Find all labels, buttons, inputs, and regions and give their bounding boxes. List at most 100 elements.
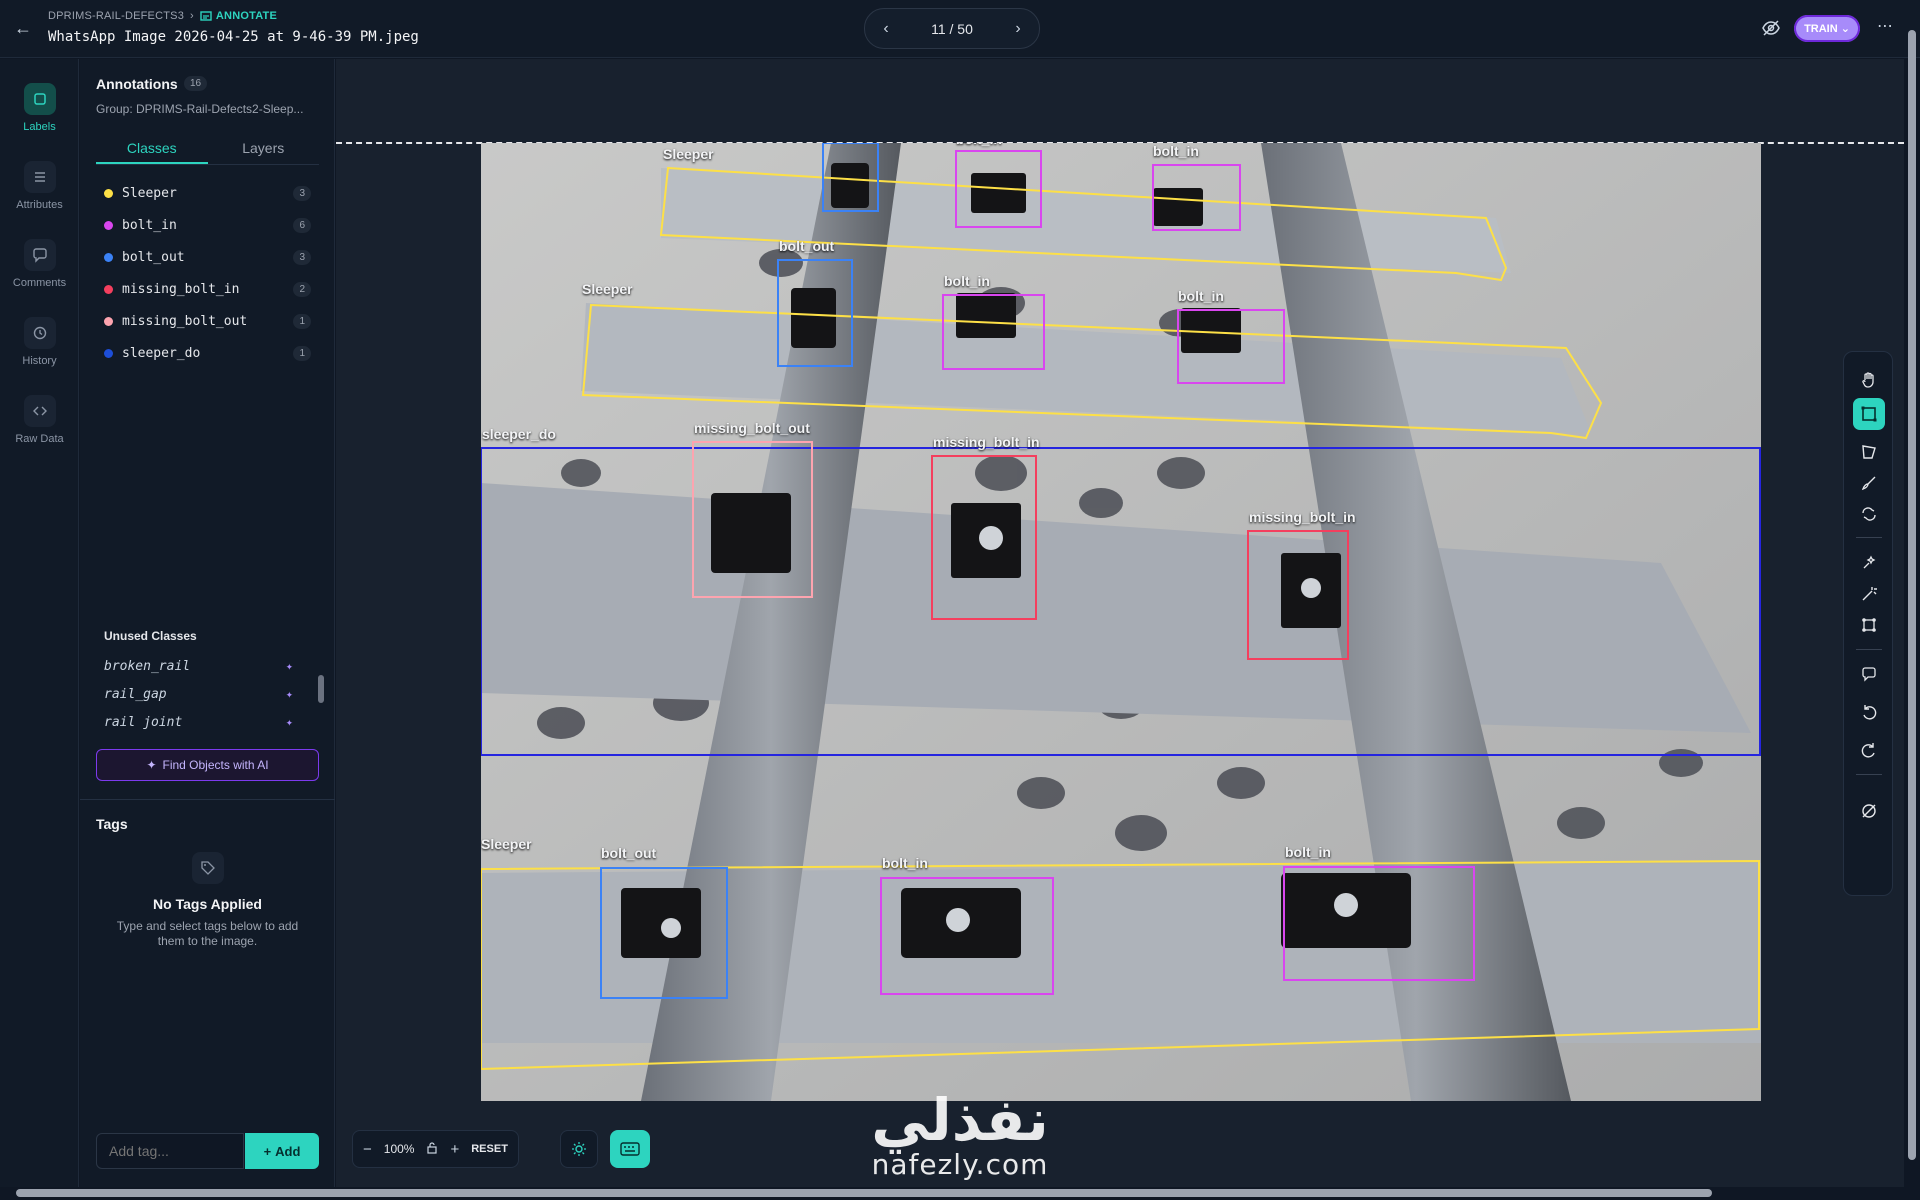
train-label: TRAIN bbox=[1804, 22, 1838, 35]
class-name: Sleeper bbox=[122, 185, 177, 201]
lock-icon[interactable] bbox=[426, 1141, 438, 1158]
back-arrow-icon[interactable]: ← bbox=[12, 17, 34, 39]
annotation-bolt-in-6[interactable] bbox=[1283, 866, 1475, 981]
clear-icon[interactable] bbox=[1853, 795, 1885, 827]
annotation-sleeper-2[interactable] bbox=[581, 303, 1603, 440]
annotation-missing-bolt-out[interactable] bbox=[692, 441, 813, 598]
previous-image-button[interactable]: ‹ bbox=[877, 20, 895, 38]
annotations-count: 16 bbox=[184, 76, 208, 91]
sparkle-icon[interactable]: ✦ bbox=[286, 659, 293, 673]
annotation-sleeper-do[interactable] bbox=[481, 447, 1761, 756]
annotate-icon bbox=[200, 11, 212, 21]
sparkle-icon[interactable]: ✦ bbox=[286, 687, 293, 701]
keyboard-icon[interactable] bbox=[610, 1130, 650, 1168]
annotation-label: sleeper_do bbox=[482, 426, 556, 442]
find-objects-ai-button[interactable]: ✦ Find Objects with AI bbox=[96, 749, 319, 781]
tab-classes[interactable]: Classes bbox=[96, 133, 208, 164]
class-item-sleeper[interactable]: Sleeper 3 bbox=[96, 177, 319, 209]
next-image-button[interactable]: › bbox=[1009, 20, 1027, 38]
pan-hand-icon[interactable] bbox=[1853, 364, 1885, 396]
annotation-missing-bolt-in-2[interactable] bbox=[1247, 530, 1349, 660]
brush-icon[interactable] bbox=[1853, 467, 1885, 499]
rail-label: Attributes bbox=[16, 199, 63, 211]
image-pager: ‹ 11 / 50 › bbox=[864, 8, 1040, 49]
sparkle-icon[interactable]: ✦ bbox=[286, 715, 293, 729]
class-item-sleeper-do[interactable]: sleeper_do 1 bbox=[96, 337, 319, 369]
annotation-label: Sleeper bbox=[582, 281, 633, 297]
annotation-canvas[interactable]: bolt_out bolt_in Sleeper bolt_in bolt_ou… bbox=[336, 59, 1904, 1187]
annotation-missing-bolt-in-1[interactable] bbox=[931, 455, 1037, 620]
annotation-sleeper-3[interactable] bbox=[481, 859, 1760, 1071]
class-count: 1 bbox=[293, 313, 311, 329]
polygon-icon[interactable] bbox=[1853, 436, 1885, 468]
annotations-panel: Annotations 16 Group: DPRIMS-Rail-Defect… bbox=[80, 59, 335, 1187]
bounding-box-icon[interactable] bbox=[1853, 398, 1885, 430]
add-tag-button[interactable]: + Add bbox=[245, 1133, 319, 1169]
code-icon bbox=[23, 395, 56, 427]
color-dot bbox=[104, 348, 113, 358]
tab-layers[interactable]: Layers bbox=[208, 133, 320, 164]
annotation-bolt-in-4[interactable] bbox=[1177, 309, 1285, 384]
class-item-missing-bolt-in[interactable]: missing_bolt_in 2 bbox=[96, 273, 319, 305]
rail-history[interactable]: History bbox=[0, 317, 79, 367]
class-count: 2 bbox=[293, 281, 311, 297]
list-icon bbox=[23, 161, 56, 193]
zoom-out-button[interactable]: − bbox=[363, 1141, 372, 1158]
left-nav-rail: Labels Attributes Comments History Raw D… bbox=[0, 59, 79, 1187]
unused-class-item[interactable]: broken_rail ✦ bbox=[96, 652, 319, 680]
zoom-controls: − 100% + RESET bbox=[352, 1130, 519, 1168]
unused-class-item[interactable]: rail_gap ✦ bbox=[96, 680, 319, 708]
smart-select-icon[interactable] bbox=[1853, 547, 1885, 579]
annotation-bolt-in-3[interactable] bbox=[942, 294, 1045, 370]
rail-raw-data[interactable]: Raw Data bbox=[0, 395, 79, 445]
undo-icon[interactable] bbox=[1853, 696, 1885, 728]
eye-off-icon[interactable] bbox=[1761, 18, 1781, 38]
toolbar-divider bbox=[1856, 537, 1882, 538]
group-name: Group: DPRIMS-Rail-Defects2-Sleep... bbox=[96, 102, 304, 116]
rail-label: Raw Data bbox=[15, 433, 64, 445]
page-counter: 11 / 50 bbox=[931, 20, 973, 37]
class-item-bolt-in[interactable]: bolt_in 6 bbox=[96, 209, 319, 241]
class-list: Sleeper 3 bolt_in 6 bolt_out 3 missing_bolt… bbox=[96, 177, 319, 369]
more-options-icon[interactable]: ⋯ bbox=[1874, 16, 1896, 38]
vertical-scrollbar[interactable] bbox=[1908, 30, 1916, 1160]
unused-title: Unused Classes bbox=[104, 629, 197, 643]
comment-icon[interactable] bbox=[1853, 658, 1885, 690]
rail-image[interactable]: bolt_out bolt_in Sleeper bolt_in bolt_ou… bbox=[481, 143, 1761, 1101]
toolbar-divider bbox=[1856, 649, 1882, 650]
add-tag-input[interactable] bbox=[96, 1133, 244, 1169]
annotation-sleeper-1[interactable] bbox=[659, 166, 1508, 282]
rail-labels[interactable]: Labels bbox=[0, 83, 79, 133]
annotation-label: missing_bolt_out bbox=[694, 420, 810, 436]
redo-icon[interactable] bbox=[1853, 734, 1885, 766]
class-item-missing-bolt-out[interactable]: missing_bolt_out 1 bbox=[96, 305, 319, 337]
unused-class-item[interactable]: rail joint ✦ bbox=[96, 708, 319, 736]
reset-zoom-button[interactable]: RESET bbox=[471, 1143, 508, 1155]
unused-scrollbar[interactable] bbox=[318, 661, 324, 717]
scroll-thumb[interactable] bbox=[318, 675, 324, 703]
annotation-label: missing_bolt_in bbox=[1249, 509, 1356, 525]
sparkle-icon: ✦ bbox=[146, 758, 157, 772]
annotation-label: Sleeper bbox=[481, 836, 532, 852]
class-name: bolt_in bbox=[122, 217, 177, 233]
rail-attributes[interactable]: Attributes bbox=[0, 161, 79, 211]
repeat-icon[interactable] bbox=[1853, 498, 1885, 530]
zoom-in-button[interactable]: + bbox=[450, 1141, 459, 1158]
annotation-bolt-in-5[interactable] bbox=[880, 877, 1054, 995]
project-link[interactable]: DPRIMS-RAIL-DEFECTS3 bbox=[48, 10, 184, 22]
horizontal-scrollbar[interactable] bbox=[16, 1189, 1712, 1197]
rail-label: Comments bbox=[12, 277, 67, 289]
mode-label: ANNOTATE bbox=[215, 10, 277, 22]
chevron-down-icon: ⌄ bbox=[1840, 23, 1850, 35]
rail-comments[interactable]: Comments bbox=[0, 239, 79, 289]
keypoints-icon[interactable] bbox=[1853, 609, 1885, 641]
train-button[interactable]: TRAIN ⌄ bbox=[1794, 15, 1860, 42]
annotation-label: bolt_in bbox=[956, 143, 1002, 147]
tool-palette bbox=[1843, 351, 1893, 896]
brightness-icon[interactable] bbox=[560, 1130, 598, 1168]
toolbar-divider bbox=[1856, 774, 1882, 775]
annotation-bolt-out-3[interactable] bbox=[600, 867, 728, 999]
class-item-bolt-out[interactable]: bolt_out 3 bbox=[96, 241, 319, 273]
magic-wand-icon[interactable] bbox=[1853, 578, 1885, 610]
class-count: 6 bbox=[293, 217, 311, 233]
